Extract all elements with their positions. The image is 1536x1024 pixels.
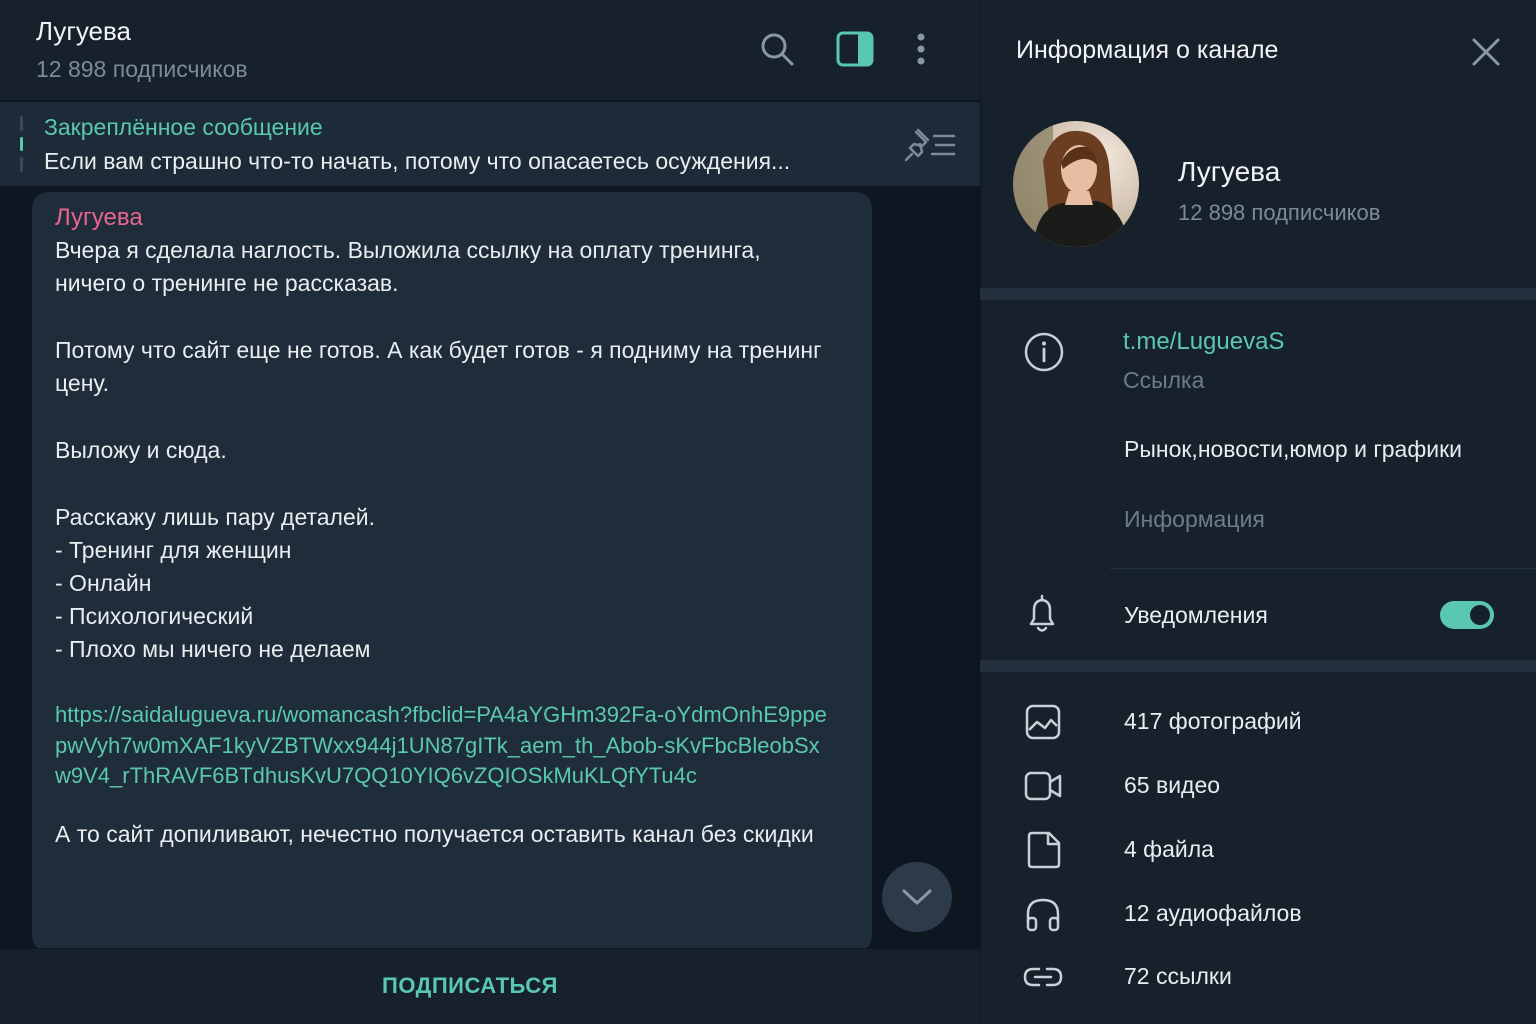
toggle-knob [1467,602,1493,628]
message-body: Вчера я сделала наглость. Выложила ссылк… [55,234,835,851]
avatar-photo [1013,121,1139,247]
message-list: - Тренинг для женщин - Онлайн - Психолог… [55,534,835,666]
notifications-label: Уведомления [1124,602,1268,628]
photo-icon [1021,700,1065,744]
subscribe-button[interactable]: ПОДПИСАТЬСЯ [0,948,940,1024]
chevron-down-icon [902,889,932,905]
message-paragraph: Расскажу лишь пару деталей. [55,504,375,530]
notifications-toggle[interactable] [1440,601,1494,629]
list-item: - Плохо мы ничего не делаем [55,636,371,662]
pinned-message-text: Если вам страшно что-то начать, потому ч… [44,148,791,174]
media-photos[interactable]: 417 фотографий [1124,708,1302,735]
bell-icon [1020,592,1064,636]
more-vertical-icon [917,33,925,65]
channel-subscriber-count: 12 898 подписчиков [1178,200,1381,225]
file-icon [1021,828,1065,872]
pin-list-icon [904,128,956,162]
close-panel-button[interactable] [1466,32,1506,72]
channel-avatar[interactable] [1013,121,1139,247]
channel-link-caption: Ссылка [1123,367,1205,393]
pinned-message-label: Закреплённое сообщение [44,114,323,140]
scroll-to-bottom-button[interactable] [882,862,952,932]
media-audio[interactable]: 12 аудиофайлов [1124,900,1302,927]
sidebar-toggle-icon [836,31,874,67]
message-paragraph: Выложу и сюда. [55,437,227,463]
link-icon [1021,955,1065,999]
list-item: - Онлайн [55,570,152,596]
video-icon [1021,764,1065,808]
channel-description-caption: Информация [1124,506,1265,532]
search-button[interactable] [754,26,800,72]
chat-title[interactable]: Лугуева [36,16,131,47]
media-files[interactable]: 4 файла [1124,836,1214,863]
channel-name: Лугуева [1178,156,1281,187]
headphones-icon [1021,892,1065,936]
chat-subscriber-count: 12 898 подписчиков [36,56,248,82]
close-icon [1472,38,1500,66]
list-item: - Психологический [55,603,254,629]
message-author[interactable]: Лугуева [55,204,143,232]
toggle-info-panel-button[interactable] [832,26,878,72]
info-icon [1022,330,1066,374]
panel-title: Информация о канале [1016,36,1279,64]
section-divider [980,288,1536,300]
message-link[interactable]: https://saidalugueva.ru/womancash?fbclid… [55,700,835,792]
more-options-button[interactable] [898,26,944,72]
section-divider [980,660,1536,672]
channel-link[interactable]: t.me/LuguevaS [1123,328,1284,356]
media-videos[interactable]: 65 видео [1124,772,1220,799]
channel-description: Рынок,новости,юмор и графики [1124,436,1463,462]
message-paragraph: Потому что сайт еще не готов. А как буде… [55,337,822,396]
message-paragraph: А то сайт допиливают, нечестно получаетс… [55,820,814,847]
search-icon [761,33,794,66]
row-divider [1110,568,1536,569]
pinned-indicator [20,116,23,173]
message-paragraph: Вчера я сделала наглость. Выложила ссылк… [55,237,761,296]
media-links[interactable]: 72 ссылки [1124,963,1232,990]
list-item: - Тренинг для женщин [55,537,292,563]
pinned-list-button[interactable] [902,124,958,164]
